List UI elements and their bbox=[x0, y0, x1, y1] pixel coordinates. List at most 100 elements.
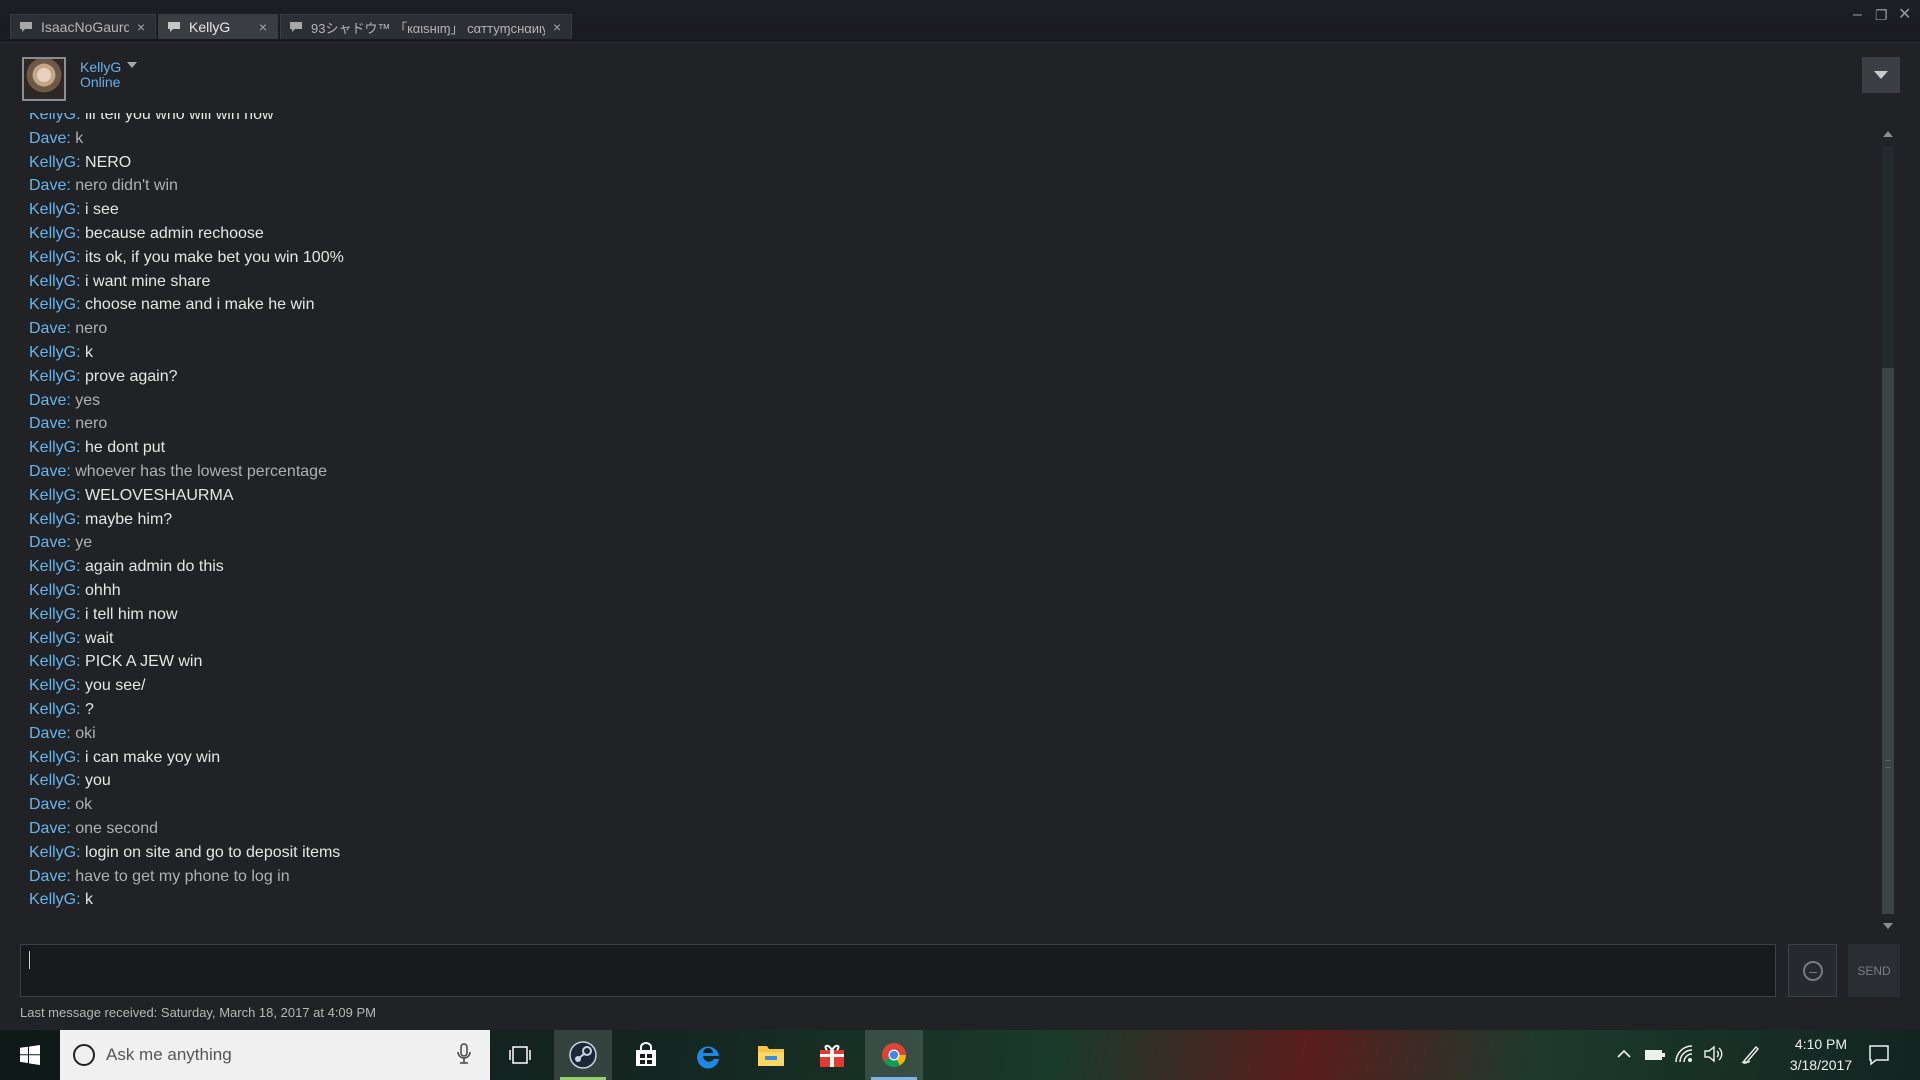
wifi-icon[interactable] bbox=[1674, 1044, 1694, 1064]
message-sender[interactable]: KellyG bbox=[29, 201, 76, 218]
message-sender[interactable]: KellyG bbox=[29, 653, 76, 670]
send-button[interactable]: SEND bbox=[1848, 944, 1900, 997]
task-view-button[interactable] bbox=[491, 1030, 549, 1080]
sender-separator: : bbox=[76, 439, 86, 457]
minimize-button[interactable]: ‒ bbox=[1853, 7, 1862, 23]
chevron-down-icon[interactable] bbox=[127, 62, 137, 68]
taskbar-file-explorer[interactable] bbox=[742, 1030, 800, 1080]
restore-button[interactable]: ❐ bbox=[1875, 7, 1888, 23]
message-sender[interactable]: KellyG bbox=[29, 368, 76, 385]
sender-separator: : bbox=[66, 463, 76, 480]
sender-separator: : bbox=[76, 677, 86, 695]
chat-message: KellyG: i can make yoy win bbox=[29, 748, 220, 768]
message-sender[interactable]: KellyG bbox=[29, 225, 76, 242]
message-text: its ok, if you make bet you win 100% bbox=[85, 248, 344, 266]
message-sender[interactable]: KellyG bbox=[29, 249, 76, 266]
title-bar: IsaacNoGaurd × KellyG × 93シャドウ™ 「кαιѕнιɱ… bbox=[0, 0, 1920, 43]
message-sender[interactable]: Dave bbox=[29, 868, 66, 885]
sender-separator: : bbox=[76, 558, 86, 576]
message-text: again admin do this bbox=[85, 558, 224, 576]
tab-close-icon[interactable]: × bbox=[553, 19, 561, 35]
message-sender[interactable]: KellyG bbox=[29, 273, 76, 290]
message-sender[interactable]: KellyG bbox=[29, 701, 76, 718]
taskbar-store[interactable] bbox=[617, 1030, 675, 1080]
clock-date[interactable]: 3/18/2017 bbox=[1778, 1057, 1864, 1073]
message-sender[interactable]: KellyG bbox=[29, 749, 76, 766]
taskbar-chrome[interactable] bbox=[865, 1030, 923, 1080]
message-sender[interactable]: KellyG bbox=[29, 487, 76, 504]
chat-message: KellyG: maybe him? bbox=[29, 510, 172, 530]
sender-separator: : bbox=[76, 701, 86, 718]
task-view-icon bbox=[509, 1046, 531, 1064]
chat-message: Dave: oki bbox=[29, 724, 96, 744]
message-sender[interactable]: KellyG bbox=[29, 582, 76, 599]
message-text: wait bbox=[85, 629, 114, 647]
tab-group-chat[interactable]: 93シャドウ™ 「кαιѕнιɱ」 cαттуɱcнαиιу × bbox=[280, 14, 572, 39]
message-sender[interactable]: Dave bbox=[29, 177, 66, 194]
message-sender[interactable]: Dave bbox=[29, 392, 66, 409]
message-sender[interactable]: KellyG bbox=[29, 677, 76, 694]
sender-separator: : bbox=[76, 344, 86, 361]
microphone-icon[interactable] bbox=[457, 1043, 471, 1065]
scroll-down-button[interactable] bbox=[1880, 916, 1896, 936]
message-text: NERO bbox=[85, 153, 132, 171]
message-sender[interactable]: KellyG bbox=[29, 113, 76, 123]
message-sender[interactable]: KellyG bbox=[29, 511, 76, 528]
taskbar-gift[interactable] bbox=[803, 1030, 861, 1080]
sender-separator: : bbox=[66, 724, 76, 742]
scroll-up-button[interactable] bbox=[1880, 124, 1896, 144]
tab-close-icon[interactable]: × bbox=[259, 19, 267, 35]
scroll-thumb[interactable] bbox=[1882, 368, 1894, 914]
battery-icon[interactable] bbox=[1644, 1048, 1666, 1062]
volume-icon[interactable] bbox=[1703, 1045, 1723, 1063]
message-sender[interactable]: KellyG bbox=[29, 344, 76, 361]
message-sender[interactable]: Dave bbox=[29, 725, 66, 742]
message-sender[interactable]: Dave bbox=[29, 820, 66, 837]
message-sender[interactable]: Dave bbox=[29, 320, 66, 337]
message-sender[interactable]: Dave bbox=[29, 415, 66, 432]
clock-time[interactable]: 4:10 PM bbox=[1786, 1036, 1856, 1052]
message-sender[interactable]: KellyG bbox=[29, 154, 76, 171]
sender-separator: : bbox=[66, 177, 76, 195]
close-window-button[interactable]: ✕ bbox=[1898, 7, 1911, 23]
chat-message: KellyG: ohhh bbox=[29, 581, 121, 601]
tab-kellyg[interactable]: KellyG × bbox=[158, 14, 278, 39]
chat-options-button[interactable] bbox=[1862, 57, 1900, 93]
message-sender[interactable]: KellyG bbox=[29, 844, 76, 861]
friend-name[interactable]: KellyG bbox=[80, 59, 121, 75]
start-button[interactable] bbox=[0, 1030, 60, 1080]
search-box[interactable]: Ask me anything bbox=[60, 1030, 490, 1080]
pen-icon[interactable] bbox=[1740, 1043, 1762, 1065]
message-sender[interactable]: Dave bbox=[29, 130, 66, 147]
message-sender[interactable]: KellyG bbox=[29, 439, 76, 456]
tab-isaacnogaurd[interactable]: IsaacNoGaurd × bbox=[10, 14, 156, 39]
message-sender[interactable]: KellyG bbox=[29, 558, 76, 575]
message-sender[interactable]: Dave bbox=[29, 534, 66, 551]
message-sender[interactable]: KellyG bbox=[29, 606, 76, 623]
tab-close-icon[interactable]: × bbox=[137, 19, 145, 35]
taskbar-edge[interactable] bbox=[680, 1030, 738, 1080]
notification-icon[interactable] bbox=[1868, 1044, 1890, 1066]
scroll-track[interactable] bbox=[1882, 146, 1894, 914]
message-sender[interactable]: KellyG bbox=[29, 296, 76, 313]
message-text: nero bbox=[75, 320, 108, 338]
message-sender[interactable]: KellyG bbox=[29, 772, 76, 789]
smiley-icon bbox=[1802, 960, 1823, 981]
emoticon-button[interactable] bbox=[1788, 944, 1837, 997]
message-sender[interactable]: Dave bbox=[29, 463, 66, 480]
friend-avatar[interactable] bbox=[22, 57, 66, 101]
message-sender[interactable]: KellyG bbox=[29, 630, 76, 647]
taskbar-steam[interactable] bbox=[554, 1030, 612, 1080]
sender-separator: : bbox=[76, 629, 86, 647]
file-explorer-icon bbox=[758, 1046, 784, 1066]
message-input[interactable] bbox=[20, 944, 1776, 997]
message-sender[interactable]: KellyG bbox=[29, 891, 76, 908]
sender-separator: : bbox=[76, 367, 86, 385]
message-text: k bbox=[75, 129, 84, 147]
chat-scrollbar[interactable] bbox=[1880, 124, 1896, 936]
sender-separator: : bbox=[66, 534, 76, 552]
sender-separator: : bbox=[76, 891, 86, 909]
message-sender[interactable]: Dave bbox=[29, 796, 66, 813]
message-text: nero bbox=[75, 415, 108, 433]
chevron-up-icon[interactable] bbox=[1616, 1048, 1632, 1060]
